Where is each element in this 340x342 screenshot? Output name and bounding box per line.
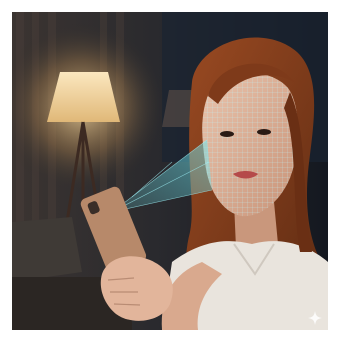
- left-eye: [220, 131, 234, 137]
- sofa: [12, 217, 82, 282]
- photo: [12, 12, 328, 330]
- right-eye: [257, 129, 271, 135]
- photo-frame: [12, 12, 328, 330]
